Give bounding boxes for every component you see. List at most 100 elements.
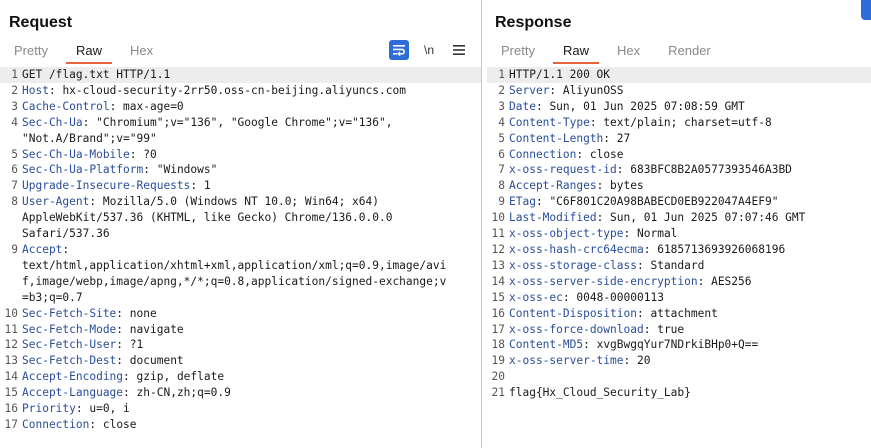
code-line[interactable]: 17 x-oss-force-download: true (487, 322, 871, 338)
tab-hex[interactable]: Hex (116, 40, 167, 64)
line-content: Content-Type: text/plain; charset=utf-8 (509, 115, 772, 129)
code-line[interactable]: 14 x-oss-server-side-encryption: AES256 (487, 274, 871, 290)
plain-text: HTTP/1.1 200 OK (509, 68, 611, 81)
header-name: Sec-Ch-Ua (22, 115, 83, 129)
header-name: Accept-Ranges (509, 179, 597, 193)
line-content: x-oss-ec: 0048-00000113 (509, 290, 664, 304)
line-content: Connection: close (509, 147, 624, 161)
response-editor[interactable]: 1 HTTP/1.1 200 OK 2 Server: AliyunOSS 3 Date:… (487, 67, 871, 448)
line-number: 14 (4, 370, 18, 384)
code-line[interactable]: 1 HTTP/1.1 200 OK (487, 67, 871, 83)
code-line[interactable]: 10 Sec-Fetch-Site: none (0, 306, 481, 322)
code-line[interactable]: 9 ETag: "C6F801C20A98BABECD0EB922047A4EF9… (487, 194, 871, 210)
header-name: Accept-Encoding (22, 370, 124, 384)
line-number: 14 (491, 274, 505, 288)
code-line[interactable]: 1 GET /flag.txt HTTP/1.1 (0, 67, 481, 83)
code-line[interactable]: 7 x-oss-request-id: 683BFC8B2A0577393546A… (487, 162, 871, 178)
code-line[interactable]: 21 flag{Hx_Cloud_Security_Lab} (487, 385, 871, 401)
header-name: Sec-Fetch-User (22, 338, 117, 352)
code-line[interactable]: 2 Server: AliyunOSS (487, 83, 871, 99)
code-line[interactable]: 20 (487, 369, 871, 385)
line-content: Server: AliyunOSS (509, 83, 624, 97)
header-value: close (96, 417, 137, 431)
header-value: document (123, 354, 184, 368)
line-number: 3 (498, 99, 505, 113)
code-line[interactable]: 12 x-oss-hash-crc64ecma: 6185713693926068… (487, 242, 871, 258)
code-line[interactable]: 13 x-oss-storage-class: Standard (487, 258, 871, 274)
header-value: ?1 (123, 338, 144, 352)
code-line[interactable]: 4 Sec-Ch-Ua: "Chromium";v="136", "Google … (0, 115, 481, 147)
code-line[interactable]: 3 Cache-Control: max-age=0 (0, 99, 481, 115)
code-line[interactable]: 12 Sec-Fetch-User: ?1 (0, 337, 481, 353)
line-number: 15 (4, 386, 18, 400)
code-line[interactable]: 5 Content-Length: 27 (487, 131, 871, 147)
line-content: Accept-Language: zh-CN,zh;q=0.9 (22, 386, 231, 400)
response-tabs: Pretty Raw Hex Render (487, 40, 725, 64)
tab-raw[interactable]: Raw (62, 40, 116, 64)
code-line[interactable]: 16 Content-Disposition: attachment (487, 306, 871, 322)
code-line[interactable]: 14 Accept-Encoding: gzip, deflate (0, 369, 481, 385)
code-line[interactable]: 3 Date: Sun, 01 Jun 2025 07:08:59 GMT (487, 99, 871, 115)
code-line[interactable]: 18 Content-MD5: xvgBwgqYur7NDrkiBHp0+Q== (487, 337, 871, 353)
tab-render[interactable]: Render (654, 40, 725, 64)
code-line[interactable]: 8 Accept-Ranges: bytes (487, 178, 871, 194)
line-content: ETag: "C6F801C20A98BABECD0EB922047A4EF9" (509, 195, 779, 209)
line-content: Connection: close (22, 417, 137, 431)
line-number: 2 (11, 83, 18, 97)
line-number: 17 (4, 417, 18, 431)
request-toolbar: \n (389, 40, 469, 60)
line-number: 20 (491, 370, 505, 384)
header-value: AES256 (704, 274, 752, 288)
line-content: Content-Length: 27 (509, 131, 631, 145)
header-value: Sun, 01 Jun 2025 07:07:46 GMT (603, 211, 806, 225)
panel-edge-icon[interactable] (861, 0, 871, 20)
line-content: Content-Disposition: attachment (509, 306, 718, 320)
code-line[interactable]: 15 Accept-Language: zh-CN,zh;q=0.9 (0, 385, 481, 401)
tab-pretty[interactable]: Pretty (0, 40, 62, 64)
line-number: 16 (491, 306, 505, 320)
code-line[interactable]: 10 Last-Modified: Sun, 01 Jun 2025 07:07:… (487, 210, 871, 226)
wrap-lines-icon[interactable] (389, 40, 409, 60)
code-line[interactable]: 11 Sec-Fetch-Mode: navigate (0, 322, 481, 338)
code-line[interactable]: 2 Host: hx-cloud-security-2rr50.oss-cn-be… (0, 83, 481, 99)
code-line[interactable]: 7 Upgrade-Insecure-Requests: 1 (0, 178, 481, 194)
header-value: 27 (610, 131, 631, 145)
header-value: 0048-00000113 (569, 290, 664, 304)
request-editor[interactable]: 1 GET /flag.txt HTTP/1.1 2 Host: hx-cloud-s… (0, 67, 481, 448)
code-line[interactable]: 8 User-Agent: Mozilla/5.0 (Windows NT 10.… (0, 194, 481, 242)
header-name: Sec-Fetch-Site (22, 306, 117, 320)
code-line[interactable]: 6 Sec-Ch-Ua-Platform: "Windows" (0, 162, 481, 178)
header-value: hx-cloud-security-2rr50.oss-cn-beijing.a… (55, 83, 406, 97)
code-line[interactable]: 17 Connection: close (0, 417, 481, 433)
line-content: Sec-Fetch-User: ?1 (22, 338, 144, 352)
code-line[interactable]: 16 Priority: u=0, i (0, 401, 481, 417)
code-line[interactable]: 11 x-oss-object-type: Normal (487, 226, 871, 242)
tab-pretty[interactable]: Pretty (487, 40, 549, 64)
header-value: AliyunOSS (556, 83, 624, 97)
newline-toggle[interactable]: \n (419, 40, 439, 60)
code-line[interactable]: 19 x-oss-server-time: 20 (487, 353, 871, 369)
line-number: 5 (498, 131, 505, 145)
header-name: Content-Disposition (509, 306, 637, 320)
header-name: Server (509, 83, 550, 97)
header-name: x-oss-object-type (509, 227, 624, 241)
line-number: 7 (11, 179, 18, 193)
line-content: Cache-Control: max-age=0 (22, 99, 184, 113)
code-line[interactable]: 5 Sec-Ch-Ua-Mobile: ?0 (0, 147, 481, 163)
line-number: 11 (491, 227, 505, 241)
code-line[interactable]: 9 Accept: text/html,application/xhtml+xml… (0, 242, 481, 306)
code-line[interactable]: 6 Connection: close (487, 147, 871, 163)
header-name: Connection (22, 417, 90, 431)
line-content: x-oss-server-time: 20 (509, 354, 651, 368)
header-name: Priority (22, 402, 76, 416)
code-line[interactable]: 13 Sec-Fetch-Dest: document (0, 353, 481, 369)
header-name: x-oss-ec (509, 290, 563, 304)
code-line[interactable]: 15 x-oss-ec: 0048-00000113 (487, 290, 871, 306)
code-line[interactable]: 4 Content-Type: text/plain; charset=utf-8 (487, 115, 871, 131)
hamburger-menu-icon[interactable] (449, 40, 469, 60)
line-content: User-Agent: Mozilla/5.0 (Windows NT 10.0… (22, 195, 393, 241)
line-number: 12 (491, 242, 505, 256)
tab-hex[interactable]: Hex (603, 40, 654, 64)
response-pane: Response Pretty Raw Hex Render 1 HTTP/1.1 20… (487, 0, 871, 448)
tab-raw[interactable]: Raw (549, 40, 603, 64)
